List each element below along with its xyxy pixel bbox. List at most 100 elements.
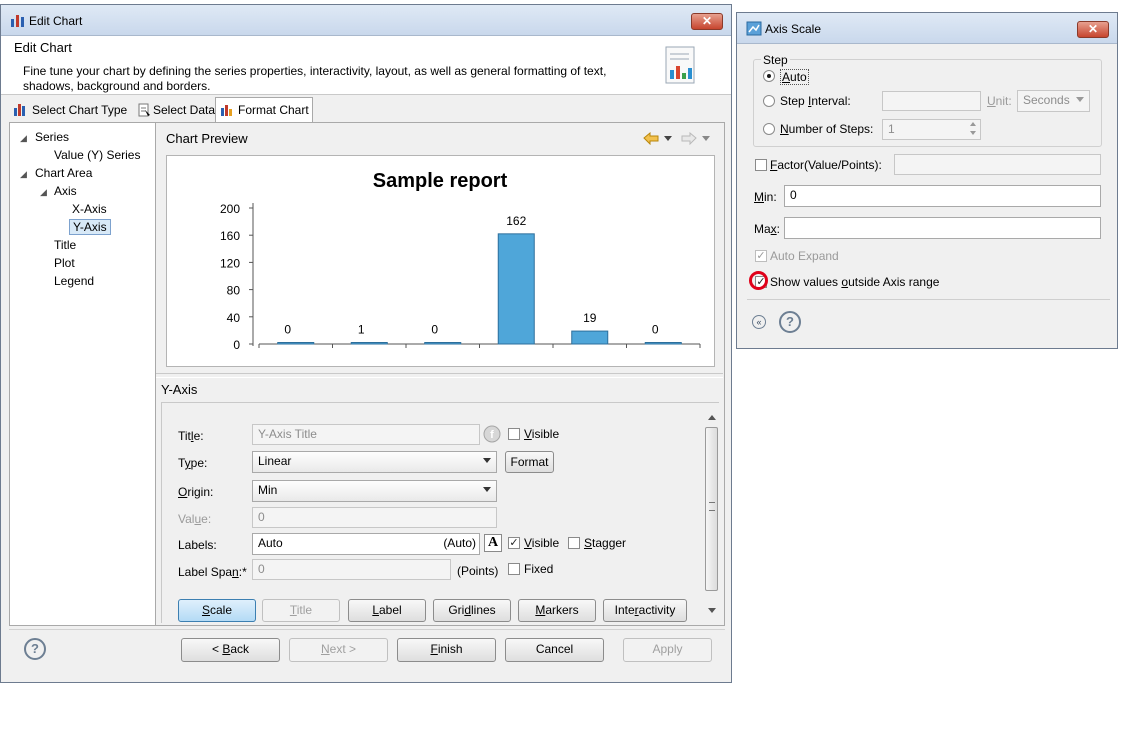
chevron-down-icon	[1076, 97, 1084, 102]
help-icon[interactable]: ?	[24, 638, 46, 660]
tree-item-series[interactable]: Series	[35, 130, 69, 144]
y-tick-group: 0 40 80 120 160 200	[220, 202, 253, 352]
tree-item-y-axis[interactable]: Y-Axis	[69, 219, 111, 235]
font-icon[interactable]: A	[484, 534, 502, 552]
number-of-steps-label: Number of Steps:	[780, 122, 874, 136]
axis-scale-close-button[interactable]: ✕	[1077, 21, 1109, 38]
points-label: (Points)	[457, 564, 499, 578]
next-button[interactable]: Next >	[289, 638, 388, 662]
origin-value-input[interactable]: 0	[252, 507, 497, 528]
type-select[interactable]: Linear	[252, 451, 497, 473]
tree-item-x-axis[interactable]: X-Axis	[72, 202, 107, 216]
axis-scale-app-icon	[746, 21, 762, 39]
markers-button[interactable]: Markers	[518, 599, 596, 622]
step-interval-radio[interactable]	[763, 95, 775, 107]
tree-item-plot[interactable]: Plot	[54, 256, 75, 270]
finish-button[interactable]: Finish	[397, 638, 496, 662]
tree-item-chart-area[interactable]: Chart Area	[35, 166, 92, 180]
tree-item-axis[interactable]: Axis	[54, 184, 77, 198]
factor-checkbox[interactable]	[755, 159, 767, 171]
auto-expand-checkbox[interactable]: ✓	[755, 250, 767, 262]
back-arrow-icon[interactable]	[643, 131, 659, 148]
expression-builder-icon[interactable]: f	[483, 425, 501, 446]
origin-select[interactable]: Min	[252, 480, 497, 502]
bar	[424, 342, 462, 345]
chart-app-icon	[10, 13, 26, 31]
chevron-down-icon	[483, 458, 491, 463]
number-of-steps-radio[interactable]	[763, 123, 775, 135]
chart-svg: Sample report 0 40 80 120 160 200 0 1 0 162 19 0	[220, 170, 701, 352]
scroll-thumb[interactable]	[705, 427, 718, 591]
forward-dropdown-icon[interactable]	[702, 136, 710, 141]
cancel-button[interactable]: Cancel	[505, 638, 604, 662]
factor-input[interactable]	[894, 154, 1101, 175]
edit-chart-window-title: Edit Chart	[29, 14, 83, 28]
chart-type-icon	[13, 103, 27, 120]
min-input[interactable]: 0	[784, 185, 1101, 207]
tab-format-chart-label: Format Chart	[238, 103, 309, 117]
auto-radio[interactable]	[763, 70, 775, 82]
collapse-icon[interactable]: «	[752, 315, 766, 329]
axis-title-input[interactable]: Y-Axis Title	[252, 424, 480, 445]
bar	[277, 342, 315, 345]
min-label: Min:	[754, 190, 777, 204]
unit-select-value: Seconds	[1023, 93, 1070, 107]
label-span-input[interactable]: 0	[252, 559, 451, 580]
labels-visible-label: Visible	[524, 536, 560, 550]
tree-item-legend[interactable]: Legend	[54, 274, 94, 288]
back-dropdown-icon[interactable]	[664, 136, 672, 141]
tab-select-chart-type[interactable]: Select Chart Type	[9, 99, 129, 121]
tab-select-data[interactable]: Select Data	[133, 99, 217, 121]
axis-scale-titlebar[interactable]: Axis Scale ✕	[737, 13, 1117, 44]
bar	[497, 233, 535, 345]
form-scrollbar[interactable]	[705, 413, 719, 617]
bar	[350, 342, 388, 345]
format-content-panel: Chart Preview Sample report 0 40 80 120 160 2…	[156, 122, 725, 626]
expand-series-icon[interactable]: ◢	[20, 133, 27, 144]
factor-label: Factor(Value/Points):	[770, 158, 882, 172]
type-select-value: Linear	[258, 454, 292, 468]
number-of-steps-input[interactable]: 1	[882, 119, 981, 140]
fixed-checkbox[interactable]	[508, 563, 520, 575]
max-input[interactable]	[784, 217, 1101, 239]
scroll-down-icon[interactable]	[708, 608, 716, 613]
gridlines-button[interactable]: Gridlines	[433, 599, 511, 622]
title-visible-label: Visible	[524, 427, 560, 441]
close-button[interactable]: ✕	[691, 13, 723, 30]
header-description: Fine tune your chart by defining the ser…	[23, 64, 607, 93]
scale-button[interactable]: Scale	[178, 599, 256, 622]
edit-chart-titlebar[interactable]: Edit Chart ✕	[1, 5, 731, 36]
step-interval-input[interactable]	[882, 91, 981, 111]
expand-axis-icon[interactable]: ◢	[40, 187, 47, 198]
labels-visible-checkbox[interactable]: ✓	[508, 537, 520, 549]
header-title: Edit Chart	[14, 40, 72, 55]
tree-item-title[interactable]: Title	[54, 238, 76, 252]
tree-item-value-series[interactable]: Value (Y) Series	[54, 148, 140, 162]
steps-spinner-up-icon[interactable]	[970, 122, 976, 126]
help-icon[interactable]: ?	[779, 311, 801, 333]
close-icon: ✕	[701, 14, 713, 28]
stagger-checkbox[interactable]	[568, 537, 580, 549]
edit-chart-window: Edit Chart ✕ Edit Chart Fine tune your c…	[0, 4, 732, 683]
back-button[interactable]: < Back	[181, 638, 280, 662]
bar-value-label: 162	[506, 214, 526, 228]
apply-button[interactable]: Apply	[623, 638, 712, 662]
scroll-up-icon[interactable]	[708, 415, 716, 420]
interactivity-button[interactable]: Interactivity	[603, 599, 687, 622]
bar-value-label: 0	[284, 323, 291, 337]
unit-select[interactable]: Seconds	[1017, 90, 1090, 112]
y-tick-label: 120	[220, 256, 240, 270]
title-visible-checkbox[interactable]	[508, 428, 520, 440]
tab-format-chart[interactable]: Format Chart	[215, 97, 313, 122]
axis-scale-dialog: Axis Scale ✕ Step Auto Step Interval: Un…	[736, 12, 1118, 349]
labels-input-value: Auto	[258, 536, 283, 550]
expand-chart-area-icon[interactable]: ◢	[20, 169, 27, 180]
label-button[interactable]: Label	[348, 599, 426, 622]
splitter[interactable]	[156, 373, 723, 378]
bar-value-label: 0	[652, 323, 659, 337]
format-button[interactable]: Format	[505, 451, 554, 473]
bar	[644, 342, 682, 345]
title-button[interactable]: Title	[262, 599, 340, 622]
labels-input[interactable]: Auto (Auto)	[252, 533, 480, 555]
steps-spinner-down-icon[interactable]	[970, 131, 976, 135]
